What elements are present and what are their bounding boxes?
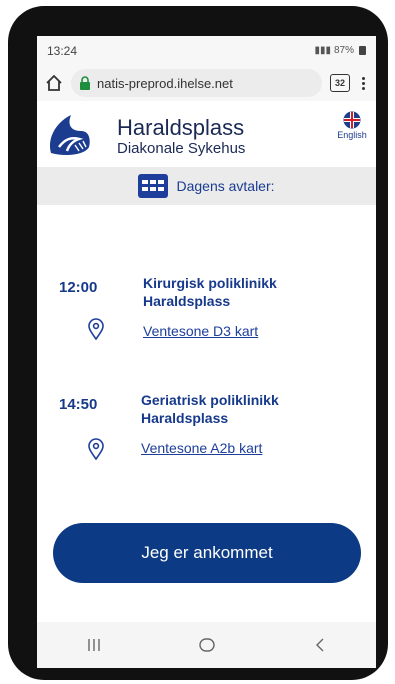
home-nav-icon[interactable]	[192, 635, 222, 655]
system-nav-bar	[37, 622, 376, 668]
tab-switcher-button[interactable]: 32	[330, 74, 350, 92]
status-icons: ▮▮▮ 87%	[314, 45, 366, 56]
todays-appointments-label: Dagens avtaler:	[176, 178, 275, 194]
brand-name: Haraldsplass	[117, 115, 245, 140]
battery-percent: 87%	[333, 45, 354, 56]
back-icon[interactable]	[305, 635, 335, 655]
site-header: Haraldsplass Diakonale Sykehus English	[37, 101, 376, 167]
signal-icon: ▮▮▮	[314, 45, 331, 56]
home-icon[interactable]	[45, 74, 63, 92]
language-label: English	[337, 130, 367, 140]
phone-frame: 13:24 ▮▮▮ 87% natis-preprod.ihelse.net 3…	[8, 6, 388, 680]
battery-icon	[359, 46, 366, 55]
location-map-link[interactable]: Ventesone D3 kart	[143, 323, 258, 339]
location-map-link[interactable]: Ventesone A2b kart	[141, 440, 262, 456]
language-switch[interactable]: English	[332, 111, 372, 140]
address-bar[interactable]: natis-preprod.ihelse.net	[71, 69, 322, 97]
appointment-time: 12:00	[59, 279, 98, 296]
browser-toolbar: natis-preprod.ihelse.net 32	[37, 65, 376, 101]
screen: 13:24 ▮▮▮ 87% natis-preprod.ihelse.net 3…	[37, 36, 376, 668]
location-pin-icon	[88, 438, 104, 460]
url-text: natis-preprod.ihelse.net	[97, 75, 233, 91]
appointment-clinic: Geriatrisk poliklinikk Haraldsplass	[141, 392, 279, 426]
appointment-time: 14:50	[59, 396, 98, 413]
appointment-clinic: Kirurgisk poliklinikk Haraldsplass	[143, 275, 277, 309]
hospital-logo	[49, 115, 90, 155]
location-pin-icon	[88, 318, 104, 340]
more-vertical-icon[interactable]	[358, 76, 368, 90]
todays-appointments-header: Dagens avtaler:	[37, 167, 376, 205]
recent-apps-icon[interactable]	[79, 635, 109, 655]
arrived-button[interactable]: Jeg er ankommet	[53, 523, 361, 583]
uk-flag-icon	[343, 111, 361, 129]
status-time: 13:24	[47, 43, 78, 58]
brand-subtitle: Diakonale Sykehus	[117, 140, 246, 157]
lock-icon	[79, 76, 91, 90]
status-bar: 13:24 ▮▮▮ 87%	[37, 36, 376, 65]
calendar-grid-icon	[138, 174, 169, 198]
